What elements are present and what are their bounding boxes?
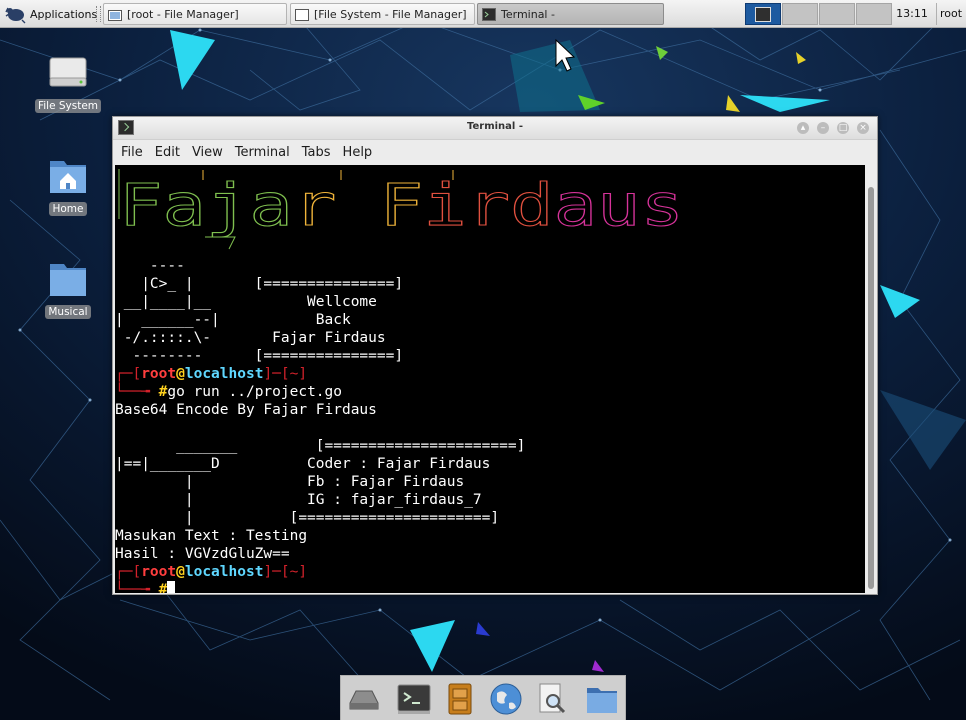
art-line: -------- [===============] — [115, 348, 404, 364]
desktop-icon-label: File System — [34, 99, 102, 113]
drive-icon[interactable] — [346, 681, 382, 717]
scrollbar-thumb[interactable] — [868, 187, 874, 589]
figlet-banner: Fajar Firdaus — [118, 169, 685, 250]
art-line: __|____|__ Wellcome — [115, 294, 377, 310]
prompt-line: ┌─[root@localhost]─[~] └──╼ # — [115, 563, 865, 593]
taskbar-item-label: [root - File Manager] — [127, 7, 239, 21]
menu-view[interactable]: View — [186, 145, 229, 160]
prompt-host: localhost — [184, 366, 264, 382]
panel-handle[interactable] — [96, 6, 101, 22]
window-title: Terminal - — [467, 121, 523, 132]
info-line: _______ [======================] — [115, 438, 526, 454]
maximize-icon[interactable]: □ — [837, 122, 849, 134]
folder-icon — [108, 9, 122, 21]
workspace-1[interactable] — [745, 3, 781, 25]
art-line: |C>_ | [===============] — [115, 276, 404, 292]
window-menubar: File Edit View Terminal Tabs Help — [113, 140, 877, 164]
info-block: _______ [======================] |==|___… — [115, 419, 865, 527]
user-menu-button[interactable]: root — [936, 3, 965, 25]
desktop-icon-musical[interactable]: Musical — [30, 258, 106, 319]
banner-glyph: u — [597, 171, 640, 239]
menu-help[interactable]: Help — [337, 145, 379, 160]
program-title: Base64 Encode By Fajar Firdaus — [115, 402, 377, 418]
applications-label: Applications — [30, 7, 98, 21]
info-line: |==|_______D Coder : Fajar Firdaus — [115, 456, 491, 472]
prompt-line: ┌─[root@localhost]─[~] └──╼ #go run ../p… — [115, 366, 342, 400]
result-line: Hasil : VGVzdGluZw== — [115, 546, 290, 562]
taskbar-item-label: [File System - File Manager] — [314, 7, 467, 21]
ascii-art-computer: ---- |C>_ | [===============] __|____|__… — [115, 257, 865, 365]
banner-glyph: r — [467, 171, 510, 239]
banner-text: Fajar Firdaus — [119, 171, 684, 239]
art-line: | ______--| Back — [115, 312, 351, 328]
terminal-icon[interactable] — [396, 681, 432, 717]
banner-glyph: F — [119, 171, 162, 239]
taskbar-item-label: Terminal - — [501, 7, 555, 21]
banner-glyph: i — [423, 171, 466, 239]
banner-glyph: a — [249, 171, 292, 239]
info-line: | IG : fajar_firdaus_7 — [115, 492, 482, 508]
file-manager-icon — [295, 8, 309, 21]
web-browser-icon[interactable] — [488, 681, 524, 717]
banner-glyph: r — [293, 171, 336, 239]
terminal-icon — [482, 7, 496, 21]
terminal-output[interactable]: Fajar Firdaus ---- |C>_ | [=============… — [115, 165, 865, 593]
info-line: | [======================] — [115, 510, 500, 526]
taskbar-item-file-manager-filesystem[interactable]: [File System - File Manager] — [290, 3, 475, 25]
art-line: ---- — [115, 258, 185, 274]
art-line: -/.::::.\- Fajar Firdaus — [115, 330, 386, 346]
search-icon[interactable] — [534, 681, 570, 717]
prompt-at: @ — [176, 366, 185, 382]
input-line: Masukan Text : Testing — [115, 528, 308, 544]
command-text: go run ../project.go — [167, 384, 342, 400]
desktop-icon-label: Home — [49, 202, 87, 216]
home-folder-icon — [50, 161, 86, 193]
prompt-user: root — [141, 366, 177, 382]
banner-glyph: d — [510, 171, 553, 239]
applications-menu-button[interactable]: Applications — [4, 3, 97, 25]
window-titlebar[interactable]: Terminal - ▴ – □ × — [113, 117, 877, 140]
banner-glyph: F — [380, 171, 423, 239]
terminal-scrollbar[interactable] — [866, 165, 876, 593]
menu-tabs[interactable]: Tabs — [296, 145, 337, 160]
close-icon[interactable]: × — [857, 122, 869, 134]
taskbar-item-file-manager-root[interactable]: [root - File Manager] — [103, 3, 287, 25]
dock — [340, 675, 626, 720]
menu-terminal[interactable]: Terminal — [229, 145, 296, 160]
folder-icon[interactable] — [584, 681, 620, 717]
banner-glyph — [336, 171, 379, 239]
drive-icon — [49, 57, 87, 87]
taskbar-item-terminal[interactable]: Terminal - — [477, 3, 664, 25]
desktop-icon-label: Musical — [45, 305, 91, 319]
info-line: | Fb : Fajar Firdaus — [115, 474, 465, 490]
minimize-icon[interactable]: – — [817, 122, 829, 134]
xfce-mouse-icon — [5, 7, 26, 24]
window-menu-arrow-icon[interactable]: ▴ — [797, 122, 809, 134]
folder-icon — [50, 264, 86, 296]
banner-glyph: j — [206, 171, 249, 239]
file-cabinet-icon[interactable] — [442, 681, 478, 717]
menu-edit[interactable]: Edit — [149, 145, 186, 160]
top-panel: Applications [root - File Manager] [File… — [0, 0, 966, 28]
banner-glyph: s — [641, 171, 684, 239]
desktop-icon-home[interactable]: Home — [30, 155, 106, 216]
banner-glyph: a — [162, 171, 205, 239]
workspace-4[interactable] — [856, 3, 892, 25]
workspace-3[interactable] — [819, 3, 855, 25]
workspace-2[interactable] — [782, 3, 818, 25]
text-cursor — [167, 581, 176, 593]
desktop-icon-file-system[interactable]: File System — [30, 52, 106, 113]
menu-file[interactable]: File — [113, 145, 149, 160]
panel-clock[interactable]: 13:11 — [893, 3, 931, 25]
banner-glyph: a — [554, 171, 597, 239]
terminal-window: Terminal - ▴ – □ × File Edit View Termin… — [112, 116, 878, 595]
